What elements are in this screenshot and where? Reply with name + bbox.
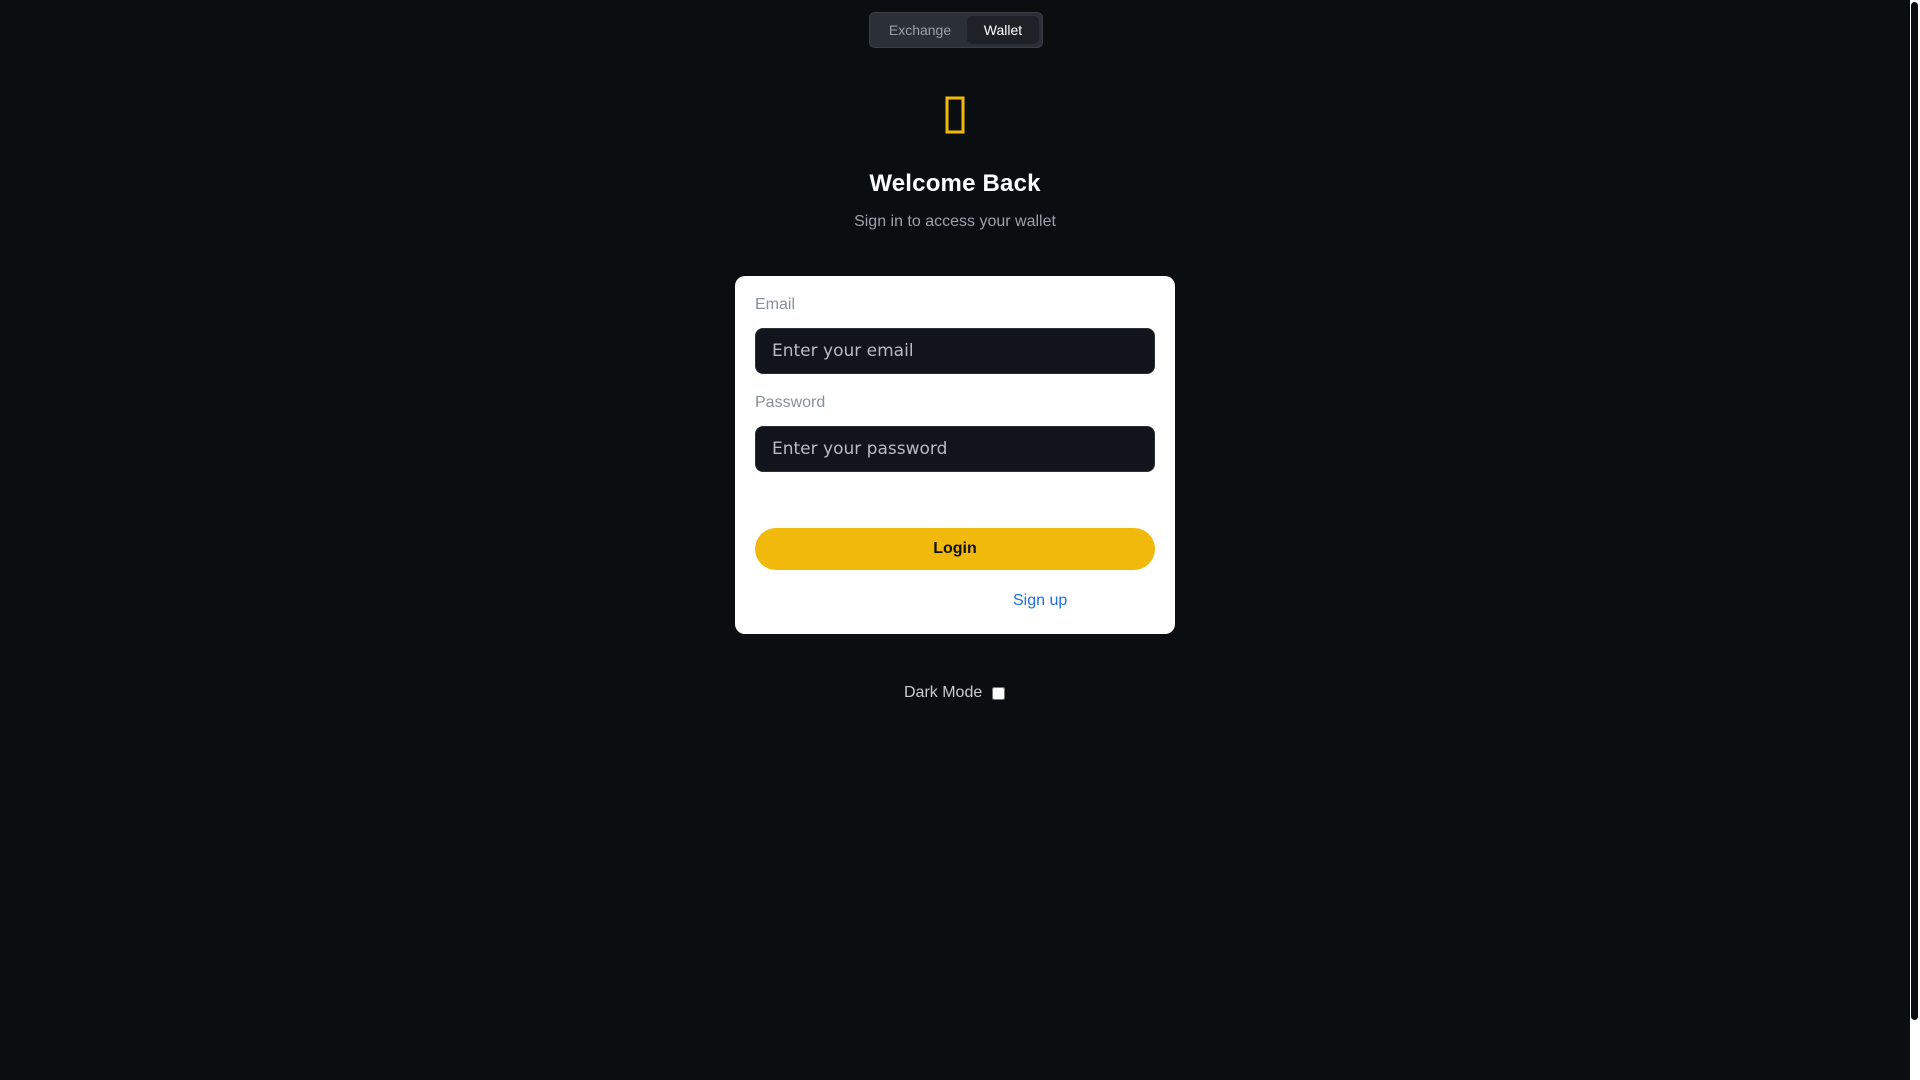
page-subtitle: Sign in to access your wallet [854,213,1056,230]
dark-mode-label: Dark Mode [904,684,983,701]
password-label: Password [755,394,826,411]
tab-exchange[interactable]: Exchange [873,16,967,44]
dark-mode-toggle: Dark Mode [904,684,1006,702]
mode-toggle: Exchange Wallet [869,12,1043,48]
email-label: Email [755,296,796,313]
email-field[interactable] [755,328,1155,374]
scrollbar-thumb[interactable] [1911,2,1918,1020]
password-field[interactable] [755,426,1155,472]
login-button[interactable]: Login [755,528,1155,570]
page-title: Welcome Back [869,170,1041,197]
login-card: Email Password Login Sign up [735,276,1175,634]
dark-mode-checkbox[interactable] [992,686,1006,700]
login-page: Exchange Wallet Welcome Back Sign in to … [0,0,1920,1080]
tab-wallet[interactable]: Wallet [967,16,1039,44]
signup-link[interactable]: Sign up [1013,592,1067,610]
wallet-icon [930,90,980,140]
